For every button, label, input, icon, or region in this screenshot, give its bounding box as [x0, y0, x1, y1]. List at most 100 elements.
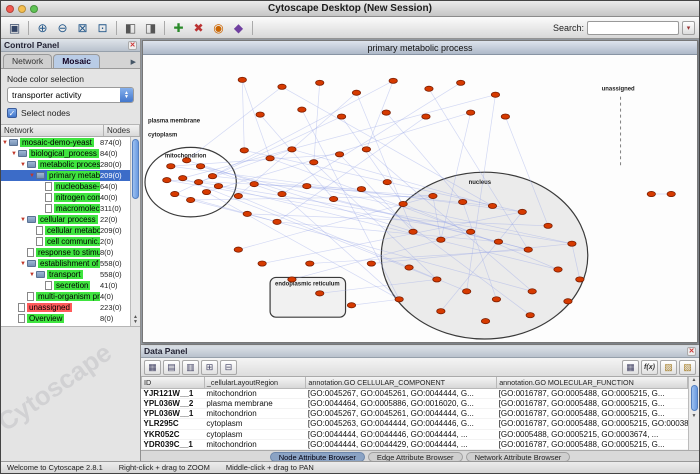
select-nodes-checkbox[interactable]: ✓: [7, 108, 17, 118]
network-node[interactable]: [466, 110, 474, 115]
network-edge[interactable]: [282, 83, 461, 194]
network-node[interactable]: [395, 297, 403, 302]
table-cell[interactable]: YJR121W__1: [142, 388, 205, 398]
tree-item[interactable]: multi-organism pr...4(0): [1, 291, 130, 302]
network-node[interactable]: [288, 277, 296, 282]
tree-item[interactable]: cell communic...2(0): [1, 236, 130, 247]
new-attribute-icon[interactable]: ▤: [163, 360, 180, 375]
tree-item[interactable]: ▼transport558(0): [1, 269, 130, 280]
table-row[interactable]: YDR039C__1mitochondrion[GO:0044444, GO:0…: [142, 439, 688, 449]
window-minimize-button[interactable]: [18, 5, 26, 13]
network-node[interactable]: [524, 247, 532, 252]
table-row[interactable]: YPL036W__2plasma membrane[GO:0044464, GO…: [142, 398, 688, 408]
table-cell[interactable]: YLR295C: [142, 419, 205, 429]
column-header-2[interactable]: annotation.GO CELLULAR_COMPONENT: [306, 377, 497, 388]
network-node[interactable]: [266, 156, 274, 161]
network-node[interactable]: [196, 164, 204, 169]
tree-expand-icon[interactable]: ▼: [19, 217, 27, 223]
network-node[interactable]: [306, 261, 314, 266]
hide-selected-icon[interactable]: ◧: [121, 19, 140, 37]
save-session-icon[interactable]: ▣: [5, 19, 24, 37]
table-scrollbar-thumb[interactable]: [691, 385, 698, 411]
network-node[interactable]: [425, 86, 433, 91]
import-table-icon[interactable]: ▧: [679, 360, 696, 375]
network-node[interactable]: [389, 78, 397, 83]
network-node[interactable]: [250, 182, 258, 187]
tree-item[interactable]: unassigned223(0): [1, 302, 130, 313]
network-node[interactable]: [568, 241, 576, 246]
network-node[interactable]: [466, 229, 474, 234]
tree-item[interactable]: cellular metabo...209(0): [1, 225, 130, 236]
table-cell[interactable]: YPL036W__1: [142, 409, 205, 419]
control-panel-close-icon[interactable]: ✕: [128, 41, 137, 50]
tree-item[interactable]: ▼mosaic-demo-yeast874(0): [1, 137, 130, 148]
network-node[interactable]: [481, 319, 489, 324]
network-node[interactable]: [437, 237, 445, 242]
network-node[interactable]: [278, 84, 286, 89]
network-node[interactable]: [554, 267, 562, 272]
first-neighbors-icon[interactable]: ◉: [209, 19, 228, 37]
tab-network[interactable]: Network: [3, 54, 52, 68]
select-all-attributes-icon[interactable]: ⊞: [201, 360, 218, 375]
network-node[interactable]: [544, 223, 552, 228]
network-node[interactable]: [459, 199, 467, 204]
tree-item[interactable]: ▼primary metabo...209(0): [1, 170, 130, 181]
table-cell[interactable]: [GO:0016787, GO:0005488, GO:0005215, GO:…: [497, 419, 688, 429]
network-node[interactable]: [316, 291, 324, 296]
tree-item[interactable]: ▼establishment of l...558(0): [1, 258, 130, 269]
network-node[interactable]: [367, 261, 375, 266]
network-node[interactable]: [383, 180, 391, 185]
network-node[interactable]: [422, 114, 430, 119]
tree-scrollbar-arrows[interactable]: ▲▼: [131, 315, 140, 325]
table-row[interactable]: YKR052Ccytoplasm[GO:0044444, GO:0044446,…: [142, 429, 688, 439]
network-node[interactable]: [234, 193, 242, 198]
network-edge[interactable]: [183, 95, 496, 178]
network-node[interactable]: [163, 178, 171, 183]
table-cell[interactable]: [GO:0044464, GO:0005886, GO:0016020, G..…: [306, 398, 497, 408]
table-cell[interactable]: mitochondrion: [204, 388, 305, 398]
network-edge[interactable]: [242, 80, 270, 158]
network-node[interactable]: [409, 229, 417, 234]
tree-expand-icon[interactable]: ▼: [28, 272, 36, 278]
table-row[interactable]: YPL036W__1mitochondrion[GO:0045267, GO:0…: [142, 409, 688, 419]
tree-item[interactable]: ▼biological_process84(0): [1, 148, 130, 159]
table-cell[interactable]: YKR052C: [142, 429, 205, 439]
tree-item[interactable]: macromolecul...311(0): [1, 203, 130, 214]
network-node[interactable]: [337, 114, 345, 119]
zoom-in-icon[interactable]: ⊕: [33, 19, 52, 37]
network-canvas[interactable]: plasma membranecytoplasmmitochondrionnuc…: [143, 55, 697, 342]
network-node[interactable]: [518, 209, 526, 214]
table-cell[interactable]: YDR039C__1: [142, 439, 205, 449]
tab-scroll-right-icon[interactable]: ▶: [131, 58, 138, 68]
network-node[interactable]: [214, 184, 222, 189]
network-node[interactable]: [288, 147, 296, 152]
table-cell[interactable]: mitochondrion: [204, 409, 305, 419]
network-node[interactable]: [457, 80, 465, 85]
network-node[interactable]: [194, 180, 202, 185]
tree-expand-icon[interactable]: ▼: [19, 261, 27, 267]
table-cell[interactable]: cytoplasm: [204, 429, 305, 439]
tree-item[interactable]: nucleobase-...64(0): [1, 181, 130, 192]
network-window-titlebar[interactable]: primary metabolic process: [143, 41, 697, 55]
network-node[interactable]: [488, 203, 496, 208]
column-header-3[interactable]: annotation.GO MOLECULAR_FUNCTION: [497, 377, 688, 388]
tree-item[interactable]: secretion41(0): [1, 280, 130, 291]
network-node[interactable]: [667, 191, 675, 196]
function-builder-icon[interactable]: f(x): [641, 360, 658, 375]
network-edge[interactable]: [238, 93, 356, 196]
network-node[interactable]: [335, 152, 343, 157]
tab-mosaic[interactable]: Mosaic: [53, 54, 100, 68]
tree-item[interactable]: response to stimu...8(0): [1, 247, 130, 258]
search-options-icon[interactable]: ▾: [682, 21, 695, 35]
network-node[interactable]: [234, 247, 242, 252]
table-cell[interactable]: [GO:0045267, GO:0045261, GO:0044444, G..…: [306, 409, 497, 419]
network-node[interactable]: [462, 289, 470, 294]
network-node[interactable]: [382, 110, 390, 115]
table-row[interactable]: YJR121W__1mitochondrion[GO:0045267, GO:0…: [142, 388, 688, 398]
network-node[interactable]: [202, 189, 210, 194]
network-node[interactable]: [303, 184, 311, 189]
table-cell[interactable]: [GO:0016787, GO:0005488, GO:0005215, G..…: [497, 439, 688, 449]
network-node[interactable]: [399, 201, 407, 206]
network-node[interactable]: [437, 309, 445, 314]
tree-item[interactable]: nitrogen compo...40(0): [1, 192, 130, 203]
